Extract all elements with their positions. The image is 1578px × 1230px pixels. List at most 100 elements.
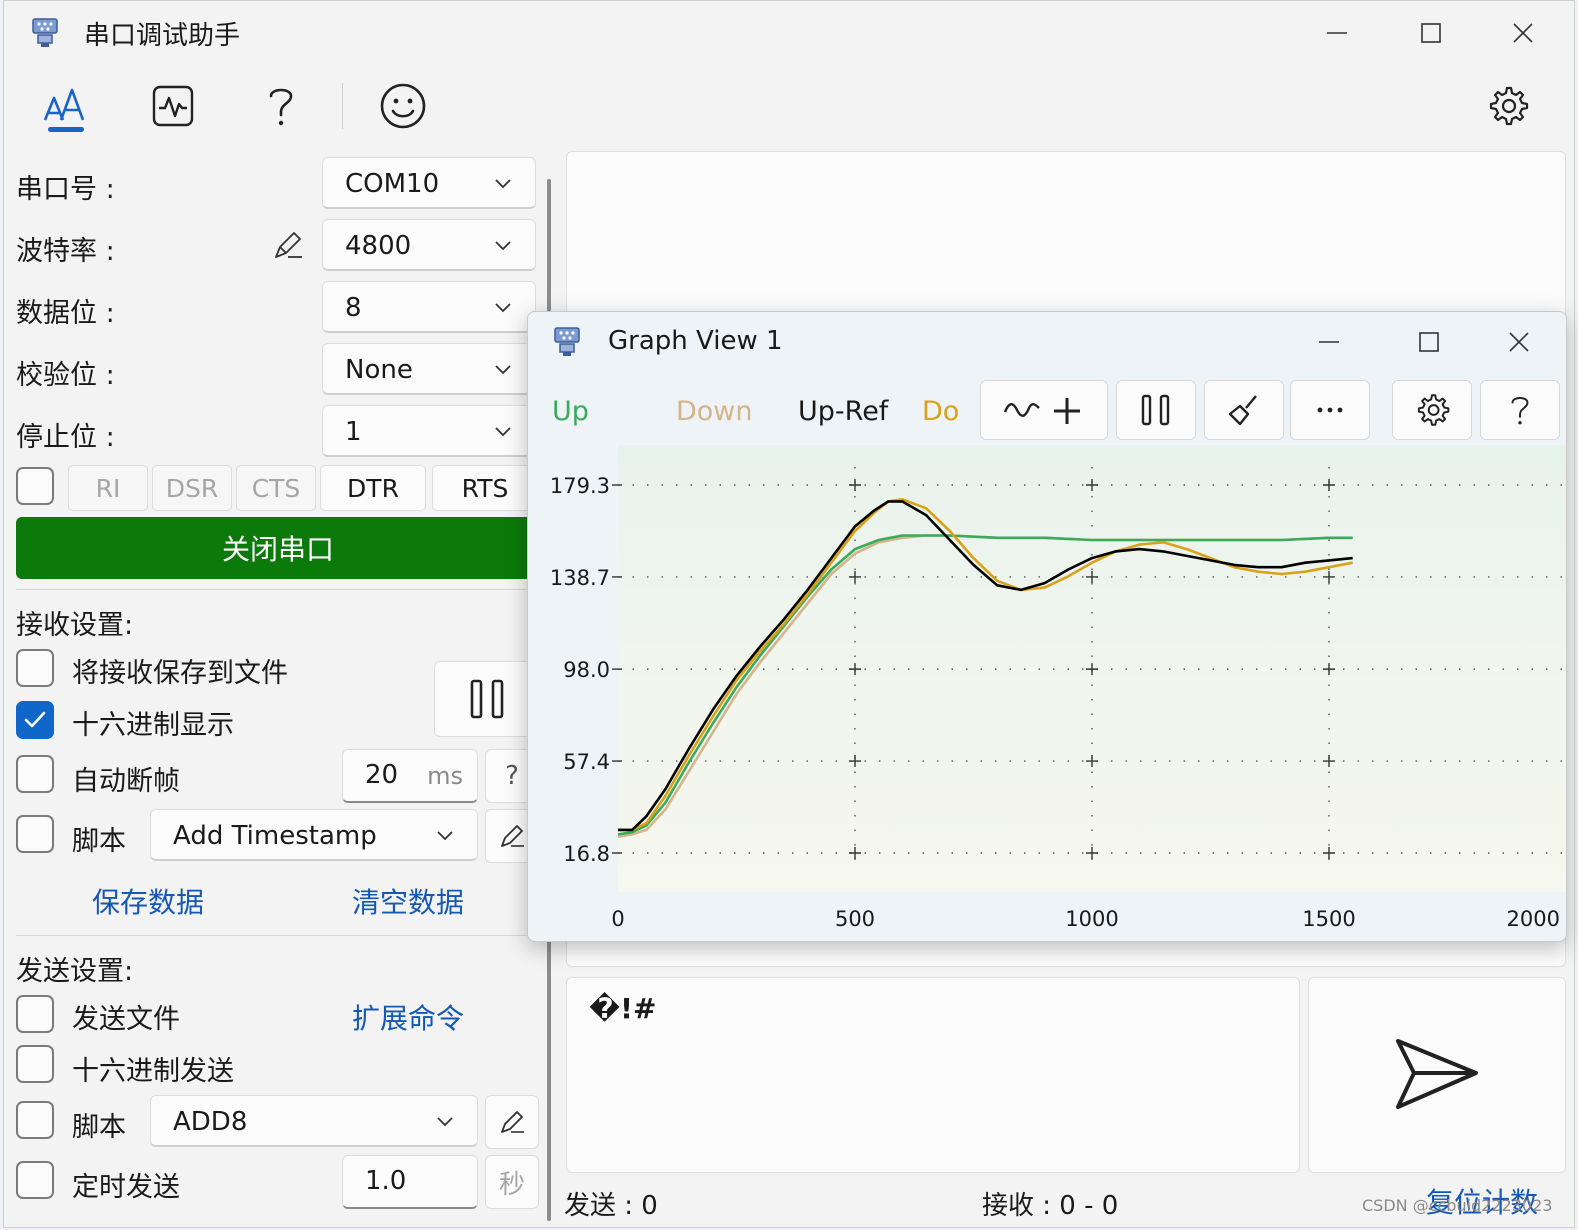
chevron-down-icon [495, 241, 511, 251]
x-tick-label: 1500 [1302, 907, 1355, 931]
chevron-down-icon [437, 831, 453, 841]
waveform-icon [152, 85, 194, 127]
baud-label: 波特率 : [16, 236, 115, 267]
maximize-button[interactable] [1396, 9, 1466, 57]
serial-port-app-icon [32, 18, 58, 47]
stop-bits-label: 停止位 : [16, 422, 115, 453]
chevron-down-icon [495, 179, 511, 189]
auto-frame-unit: ms [427, 762, 463, 790]
window-title: 串口调试助手 [84, 21, 241, 51]
hex-send-label: 十六进制发送 [72, 1056, 234, 1087]
grid-marker [1323, 479, 1335, 491]
edit-pen-icon [501, 825, 524, 847]
x-tick-label: 500 [835, 907, 875, 931]
smiley-icon [380, 83, 426, 129]
stop-bits-select[interactable]: 1 [322, 405, 536, 457]
send-text-area[interactable]: �!# [566, 977, 1300, 1173]
dsr-indicator: DSR [152, 465, 232, 511]
x-tick-label: 1000 [1065, 907, 1118, 931]
active-tab-indicator [48, 127, 84, 132]
hex-display-label: 十六进制显示 [72, 710, 234, 741]
received-count: 接收 : 0 - 0 [982, 1191, 1119, 1221]
y-tick-label: 98.0 [563, 658, 610, 682]
signal-checkbox[interactable] [16, 467, 54, 505]
series-line-up-ref [618, 500, 1353, 832]
receive-script-checkbox[interactable] [16, 815, 54, 853]
extended-command-link[interactable]: 扩展命令 [352, 997, 464, 1037]
chevron-down-icon [495, 365, 511, 375]
save-to-file-checkbox[interactable] [16, 649, 54, 687]
data-bits-label: 数据位 : [16, 298, 115, 329]
grid-marker [849, 479, 861, 491]
y-tick-label: 16.8 [563, 842, 610, 866]
title-bar: 串口调试助手 [4, 1, 1574, 63]
stop-bits-value: 1 [345, 417, 362, 447]
auto-frame-value: 20 [365, 760, 399, 790]
grid-marker [849, 570, 861, 583]
send-arrow-icon [1396, 1039, 1478, 1109]
send-file-checkbox[interactable] [16, 995, 54, 1033]
baud-value: 4800 [345, 231, 412, 261]
send-section-label: 发送设置: [16, 956, 134, 987]
emoji-button[interactable] [368, 71, 438, 141]
timed-send-checkbox[interactable] [16, 1161, 54, 1199]
y-tick-label: 57.4 [563, 750, 610, 774]
edit-pen-icon[interactable] [270, 227, 306, 263]
minimize-icon [1327, 32, 1347, 34]
help-icon [269, 88, 293, 126]
port-select[interactable]: COM10 [322, 157, 536, 209]
ri-indicator: RI [68, 465, 148, 511]
parity-select[interactable]: None [322, 343, 536, 395]
grid-marker [1323, 847, 1335, 859]
hex-send-checkbox[interactable] [16, 1045, 54, 1083]
save-data-link[interactable]: 保存数据 [92, 881, 204, 921]
grid-marker [849, 847, 861, 859]
send-script-edit-button[interactable] [485, 1095, 539, 1149]
clear-data-link[interactable]: 清空数据 [352, 881, 464, 921]
send-script-select[interactable]: ADD8 [150, 1095, 478, 1147]
help-button[interactable] [246, 71, 316, 141]
maximize-icon [1421, 23, 1441, 43]
pause-receive-button[interactable] [434, 661, 540, 737]
timed-send-value: 1.0 [365, 1166, 407, 1196]
send-button[interactable] [1308, 977, 1566, 1173]
grid-marker [849, 755, 861, 768]
send-script-label: 脚本 [72, 1112, 126, 1143]
settings-button[interactable] [1472, 71, 1542, 141]
receive-script-select[interactable]: Add Timestamp [150, 809, 478, 861]
close-button[interactable] [1488, 9, 1558, 57]
grid-marker [1323, 755, 1335, 768]
receive-script-value: Add Timestamp [173, 821, 377, 851]
send-content: �!# [589, 992, 657, 1025]
auto-frame-input[interactable]: 20 ms [342, 749, 478, 803]
grid-marker [1086, 663, 1098, 676]
watermark: CSDN @ccbuid2223023 [1362, 1196, 1553, 1215]
pause-icon [470, 679, 504, 719]
send-script-checkbox[interactable] [16, 1101, 54, 1139]
y-tick-label: 179.3 [550, 474, 610, 498]
minimize-button[interactable] [1302, 9, 1372, 57]
timed-send-input[interactable]: 1.0 [342, 1155, 478, 1209]
y-tick-label: 138.7 [550, 566, 610, 590]
parity-value: None [345, 355, 413, 385]
grid-marker [1323, 570, 1335, 583]
send-script-value: ADD8 [173, 1107, 248, 1137]
grid-marker [1323, 663, 1335, 676]
close-port-button[interactable]: 关闭串口 [16, 517, 540, 579]
auto-frame-checkbox[interactable] [16, 755, 54, 793]
timed-send-label: 定时发送 [72, 1172, 180, 1203]
chevron-down-icon [495, 303, 511, 313]
rts-button[interactable]: RTS [432, 465, 538, 511]
graph-mode-button[interactable] [138, 71, 208, 141]
grid-marker [1086, 847, 1098, 859]
auto-frame-label: 自动断帧 [72, 766, 180, 797]
toolbar [4, 63, 1574, 145]
x-tick-label: 2000 [1507, 907, 1560, 931]
send-file-label: 发送文件 [72, 1004, 180, 1035]
graph-view-window: Graph View 1 Up Down Up-Ref Do 179.3 138… [527, 311, 1567, 942]
dtr-button[interactable]: DTR [320, 465, 426, 511]
series-line-up [617, 534, 1353, 836]
hex-display-checkbox[interactable] [16, 701, 54, 739]
data-bits-select[interactable]: 8 [322, 281, 536, 333]
baud-select[interactable]: 4800 [322, 219, 536, 271]
